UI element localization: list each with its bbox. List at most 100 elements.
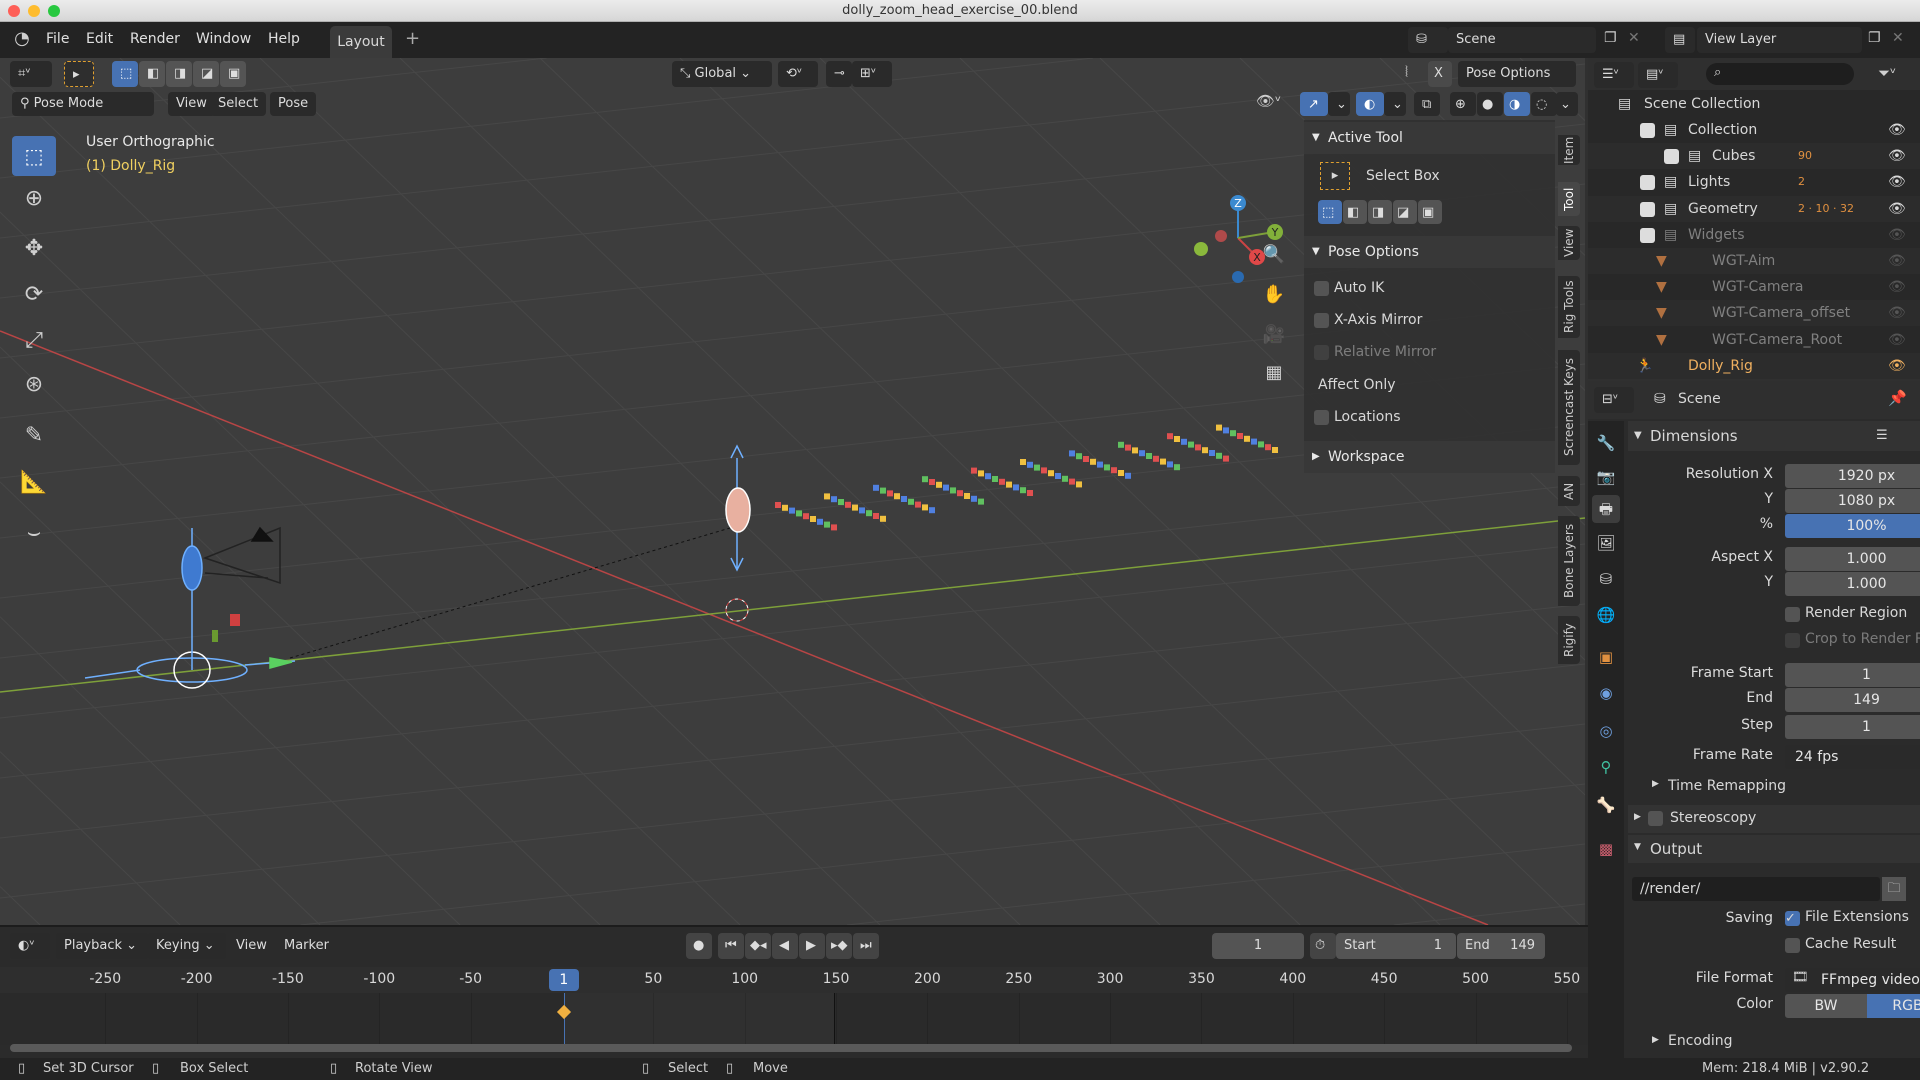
time-remapping-subpanel[interactable]: Time Remapping [1668, 778, 1786, 794]
snap-toggle-icon[interactable]: ⊸ [826, 61, 852, 87]
tab-item[interactable]: Item [1558, 135, 1580, 165]
transform-tool-icon[interactable]: ⊛ [12, 372, 56, 397]
shading-dropdown-icon[interactable]: ⌄ [1556, 92, 1578, 116]
delete-view-layer-icon[interactable]: ✕ [1892, 30, 1904, 46]
prev-keyframe-icon[interactable]: ◆◂ [745, 933, 771, 959]
outliner-item[interactable]: ▼ WGT-Camera 👁 [1588, 274, 1920, 300]
display-mode-button[interactable]: ▤ᵛ [1638, 62, 1678, 88]
pose-options-dropdown[interactable]: Pose Options [1458, 61, 1576, 87]
cursor-tool-icon[interactable]: ⊕ [12, 186, 56, 211]
tab-rig-tools[interactable]: Rig Tools [1558, 276, 1580, 338]
outliner-search-input[interactable] [1706, 63, 1854, 85]
timeline-track[interactable] [0, 993, 1588, 1045]
timeline-scrollbar[interactable] [10, 1044, 1572, 1052]
rendered-shading-icon[interactable]: ◌ [1531, 92, 1557, 116]
eye-icon[interactable]: 👁 [1888, 274, 1906, 300]
overlay-dropdown-icon[interactable]: ⌄ [1384, 92, 1406, 116]
playhead-frame-indicator[interactable]: 1 [548, 969, 579, 991]
color-bw-button[interactable]: BW [1785, 994, 1867, 1018]
pose-options-panel-header[interactable]: ▼ Pose Options [1304, 236, 1555, 268]
material-shading-icon[interactable]: ◑ [1504, 92, 1530, 116]
wireframe-shading-icon[interactable]: ⊕ [1450, 92, 1476, 116]
eye-icon[interactable]: 👁 [1888, 222, 1906, 248]
outliner-item[interactable]: ▼ WGT-Aim 👁 [1588, 248, 1920, 274]
move-tool-icon[interactable]: ✥ [12, 236, 56, 261]
new-scene-icon[interactable]: ❐ [1604, 30, 1617, 46]
tab-view[interactable]: View [1558, 226, 1580, 260]
resolution-x-field[interactable]: 1920 px [1785, 464, 1920, 488]
menu-edit[interactable]: Edit [86, 31, 113, 47]
editor-type-button[interactable]: ⊟ᵛ [1594, 387, 1634, 413]
tab-layout[interactable]: Layout [330, 26, 392, 58]
view-layer-icon[interactable]: ▤ [1665, 27, 1695, 53]
mode-intersect-icon[interactable]: ▣ [1418, 200, 1442, 224]
filter-icon[interactable]: ⏷ᵛ [1878, 64, 1896, 82]
presets-icon[interactable]: ☰ [1876, 421, 1888, 451]
eye-icon[interactable]: 👁 [1888, 117, 1906, 143]
outliner-item[interactable]: ▤ Cubes 90 👁 [1588, 143, 1920, 170]
scale-tool-icon[interactable]: ⤢ [12, 328, 56, 353]
eye-icon[interactable]: 👁 [1888, 143, 1906, 169]
blender-logo-icon[interactable]: ◔ [10, 28, 34, 49]
camera-view-icon[interactable]: 🎥 [1260, 324, 1288, 345]
modifiers-tab-icon[interactable]: ◉ [1592, 679, 1620, 707]
timeline-ruler[interactable]: -250 -200 -150 -100 -50 50 100 150 200 250 300 350 4… [0, 967, 1588, 993]
output-path-input[interactable]: //render/ [1632, 877, 1880, 901]
new-view-layer-icon[interactable]: ❐ [1868, 30, 1881, 46]
menu-marker[interactable]: Marker [276, 933, 337, 959]
rotate-tool-icon[interactable]: ⟳ [12, 282, 56, 307]
aspect-y-field[interactable]: 1.000 [1785, 572, 1920, 596]
view-layer-selector[interactable]: View Layer [1697, 27, 1862, 53]
editor-type-button[interactable]: ◐ᵛ [10, 933, 50, 959]
mode-subtract-icon[interactable]: ◨ [1368, 200, 1392, 224]
bone-mirror-icon[interactable]: ⦚ [1405, 63, 1408, 81]
jump-end-icon[interactable]: ⏭ [853, 933, 879, 959]
dimensions-panel-header[interactable]: ▼ Dimensions ☰ [1628, 421, 1920, 451]
bone-tab-icon[interactable]: 🦴 [1592, 791, 1620, 819]
mode-new-icon[interactable]: ⬚ [112, 61, 138, 87]
eye-icon[interactable]: 👁 [1888, 248, 1906, 274]
object-tab-icon[interactable]: ▣ [1592, 643, 1620, 671]
mode-subtract-icon[interactable]: ◨ [166, 61, 192, 87]
encoding-subpanel[interactable]: Encoding [1668, 1033, 1733, 1049]
jump-start-icon[interactable]: ⏮ [718, 933, 744, 959]
next-keyframe-icon[interactable]: ▸◆ [826, 933, 852, 959]
scene-selector[interactable]: Scene [1448, 27, 1596, 53]
texture-tab-icon[interactable]: ▩ [1592, 835, 1620, 863]
menu-keying[interactable]: Keying ⌄ [148, 933, 226, 959]
outliner-item[interactable]: ▤ Collection 👁 [1588, 117, 1920, 143]
pan-view-icon[interactable]: ✋ [1260, 284, 1288, 305]
outliner-item[interactable]: 🏃 Dolly_Rig 👁 [1588, 352, 1920, 379]
physics-tab-icon[interactable]: ◎ [1592, 717, 1620, 745]
render-tab-icon[interactable]: 📷 [1592, 463, 1620, 491]
mode-selector[interactable]: ⚲ Pose Mode [12, 92, 154, 116]
stereoscopy-checkbox[interactable] [1648, 811, 1663, 826]
mode-difference-icon[interactable]: ◪ [193, 61, 219, 87]
select-box-tool[interactable]: ⬚ [12, 136, 56, 176]
menu-file[interactable]: File [46, 31, 69, 47]
eye-icon[interactable]: 👁 [1888, 327, 1906, 353]
exclude-checkbox[interactable] [1640, 175, 1655, 191]
outliner-item[interactable]: ▼ WGT-Camera_offset 👁 [1588, 300, 1920, 327]
menu-playback[interactable]: Playback ⌄ [56, 933, 148, 959]
mirror-x-toggle[interactable]: X [1428, 61, 1452, 87]
frame-start-field[interactable]: Start 1 [1336, 933, 1456, 959]
outliner-item[interactable]: ▤ Lights 2 👁 [1588, 169, 1920, 195]
ortho-toggle-icon[interactable]: ▦ [1260, 362, 1288, 383]
outliner-scene-collection[interactable]: ▤ Scene Collection [1588, 91, 1920, 117]
gizmo-z-label[interactable]: Z [1234, 197, 1242, 210]
menu-pose[interactable]: Pose [270, 92, 317, 116]
eye-icon[interactable]: 👁 [1888, 300, 1906, 326]
add-workspace-button[interactable]: + [405, 28, 420, 49]
world-tab-icon[interactable]: 🌐 [1592, 601, 1620, 629]
play-icon[interactable]: ▶ [799, 933, 825, 959]
tab-rigify[interactable]: Rigify [1558, 616, 1580, 664]
tab-tool[interactable]: Tool [1558, 182, 1580, 216]
visibility-icon[interactable]: 👁ᵛ [1256, 92, 1281, 110]
eye-icon[interactable]: 👁 [1888, 169, 1906, 195]
transform-orientation-dropdown[interactable]: ⤡ Global ⌄ [672, 61, 772, 87]
frame-end-field[interactable]: 149 [1785, 688, 1920, 712]
mode-extend-icon[interactable]: ◧ [1343, 200, 1367, 224]
menu-view[interactable]: View [228, 933, 275, 959]
outliner-item[interactable]: ▤ Geometry 2 · 10 · 32 👁 [1588, 195, 1920, 222]
